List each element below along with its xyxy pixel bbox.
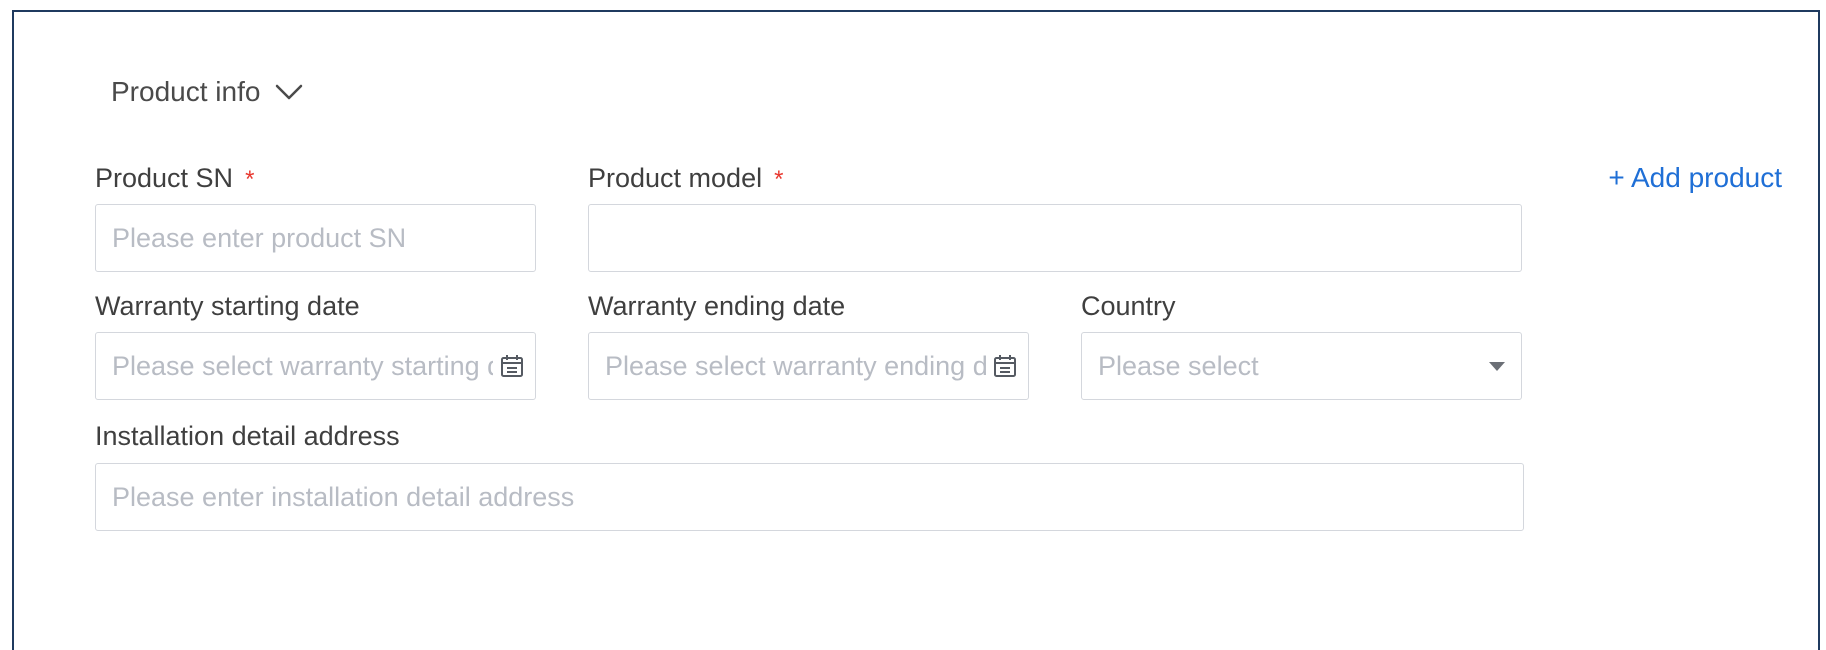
product-sn-label: Product SN * — [95, 163, 254, 194]
chevron-down-icon — [276, 84, 303, 100]
warranty-end-field[interactable] — [588, 332, 1029, 400]
product-model-field[interactable] — [588, 204, 1522, 272]
country-select-display[interactable] — [1098, 350, 1481, 382]
warranty-start-field[interactable] — [95, 332, 536, 400]
product-sn-label-text: Product SN — [95, 163, 234, 193]
product-model-label: Product model * — [588, 163, 783, 194]
address-input[interactable] — [112, 481, 1507, 513]
warranty-end-input[interactable] — [605, 350, 986, 382]
product-model-input[interactable] — [605, 222, 1505, 254]
address-label: Installation detail address — [95, 421, 400, 451]
required-mark: * — [245, 166, 255, 193]
caret-down-icon[interactable] — [1489, 361, 1505, 371]
product-sn-input[interactable] — [112, 222, 519, 254]
form-panel: Product info Product SN * Product model * … — [12, 10, 1820, 650]
warranty-start-input[interactable] — [112, 350, 493, 382]
section-toggle-product-info[interactable]: Product info — [111, 76, 304, 108]
warranty-end-label: Warranty ending date — [588, 291, 846, 321]
country-select[interactable] — [1081, 332, 1522, 400]
calendar-icon[interactable] — [499, 353, 525, 379]
add-product-link[interactable]: + Add product — [1608, 162, 1782, 194]
section-title: Product info — [111, 76, 261, 107]
address-field[interactable] — [95, 463, 1524, 531]
calendar-icon[interactable] — [992, 353, 1018, 379]
product-model-label-text: Product model — [588, 163, 763, 193]
required-mark: * — [774, 166, 784, 193]
warranty-start-label: Warranty starting date — [95, 291, 360, 321]
product-sn-field[interactable] — [95, 204, 536, 272]
country-label: Country — [1081, 291, 1176, 321]
